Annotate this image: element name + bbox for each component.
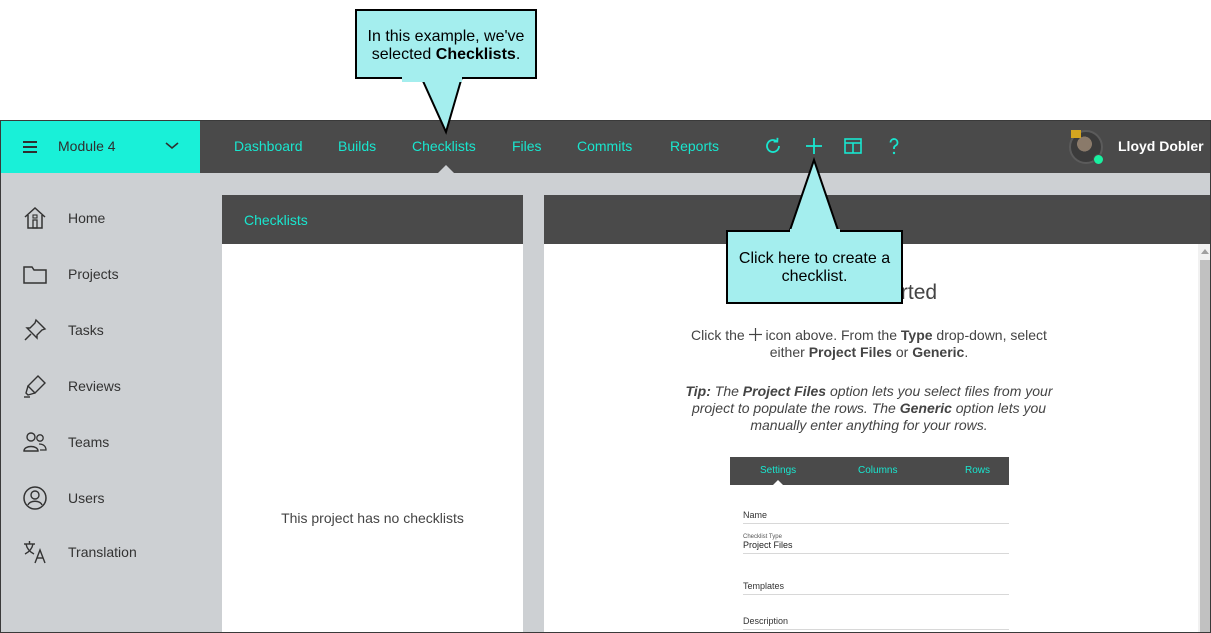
- callout-selected-checklists: In this example, we've selected Checklis…: [355, 9, 537, 79]
- checklists-panel-header: Checklists: [222, 195, 523, 244]
- text-bold: Type: [900, 327, 933, 343]
- mini-description-field: Description: [743, 616, 1009, 630]
- callout-text: .: [515, 46, 521, 63]
- mini-tab-rows: Rows: [965, 465, 991, 476]
- mini-tab-settings: Settings: [760, 465, 797, 476]
- mini-templates-field: Templates: [743, 581, 1009, 595]
- nav-checklists[interactable]: Checklists: [412, 138, 476, 154]
- folder-icon: [23, 266, 47, 284]
- callout-seam: [790, 229, 840, 235]
- text: icon above. From the: [761, 327, 901, 343]
- panel-title: Checklists: [244, 212, 308, 228]
- text: .: [964, 344, 969, 360]
- home-icon: [24, 206, 46, 229]
- module-name: Module 4: [58, 138, 116, 154]
- scrollbar-thumb[interactable]: [1200, 260, 1210, 632]
- mini-label: Templates: [743, 581, 785, 591]
- plus-icon: [748, 328, 762, 341]
- tutorial-screenshot: Module 4 Dashboard Builds Checklists Fil…: [0, 0, 1211, 633]
- mini-label: Name: [743, 510, 768, 520]
- title-text: rted: [900, 281, 938, 304]
- online-status-dot: [1093, 154, 1104, 165]
- instructions-paragraph: Click the icon above. From the Type drop…: [684, 327, 1054, 361]
- callout-text-bold: Checklists: [435, 46, 516, 63]
- text: The: [710, 383, 743, 399]
- checklists-panel: Checklists This project has no checklist…: [222, 195, 523, 632]
- chevron-down-icon[interactable]: [163, 138, 181, 152]
- mini-label: Description: [743, 616, 789, 626]
- sidebar: Home Projects Tasks Reviews Teams Users …: [1, 173, 201, 632]
- example-settings-screenshot: Settings Columns Rows Name Checklist Typ…: [730, 457, 1009, 632]
- sidebar-item-translation[interactable]: Translation: [1, 531, 201, 571]
- callout-text: Click here to create a checklist.: [738, 250, 891, 285]
- sidebar-item-teams[interactable]: Teams: [1, 421, 201, 461]
- avatar[interactable]: [1069, 130, 1104, 165]
- sidebar-item-label: Users: [68, 490, 105, 506]
- nav-builds[interactable]: Builds: [338, 138, 376, 154]
- mini-value: Project Files: [743, 540, 793, 550]
- pin-icon: [24, 318, 47, 341]
- text-bold: Project Files: [808, 344, 892, 360]
- text: Click the: [691, 327, 749, 343]
- plus-icon[interactable]: [802, 134, 826, 158]
- sidebar-item-label: Home: [68, 210, 106, 226]
- text-bold: Project Files: [742, 383, 827, 399]
- mini-tab-columns: Columns: [858, 465, 898, 476]
- top-bar: Module 4 Dashboard Builds Checklists Fil…: [1, 121, 1210, 173]
- scrollbar[interactable]: [1198, 244, 1210, 632]
- text-bold: Generic: [899, 400, 952, 416]
- sidebar-item-reviews[interactable]: Reviews: [1, 365, 201, 405]
- callout-create-checklist: Click here to create a checklist.: [726, 230, 903, 304]
- sidebar-item-label: Translation: [68, 544, 137, 560]
- callout-seam: [402, 76, 462, 82]
- sidebar-item-label: Reviews: [68, 378, 121, 394]
- tip-label: Tip:: [685, 383, 711, 399]
- module-selector[interactable]: Module 4: [1, 121, 200, 173]
- app-window: Module 4 Dashboard Builds Checklists Fil…: [0, 120, 1211, 633]
- user-circle-icon: [23, 486, 47, 510]
- mini-tab-bar: Settings Columns Rows: [730, 457, 1009, 485]
- active-tab-indicator: [438, 165, 454, 173]
- text: or: [891, 344, 913, 360]
- tip-paragraph: Tip: The Project Files option lets you s…: [684, 383, 1054, 434]
- refresh-icon[interactable]: [761, 134, 785, 158]
- sidebar-item-users[interactable]: Users: [1, 477, 201, 517]
- people-icon: [23, 432, 47, 452]
- sidebar-item-projects[interactable]: Projects: [1, 253, 201, 293]
- sidebar-item-label: Tasks: [68, 322, 104, 338]
- user-name[interactable]: Lloyd Dobler: [1118, 138, 1204, 154]
- sidebar-item-tasks[interactable]: Tasks: [1, 309, 201, 349]
- nav-reports[interactable]: Reports: [670, 138, 719, 154]
- nav-dashboard[interactable]: Dashboard: [234, 138, 303, 154]
- sidebar-item-home[interactable]: Home: [1, 197, 201, 237]
- sidebar-item-label: Teams: [68, 434, 110, 450]
- text-bold: Generic: [912, 344, 965, 360]
- nav-commits[interactable]: Commits: [577, 138, 632, 154]
- empty-state-text: This project has no checklists: [281, 510, 464, 526]
- translate-icon: [24, 541, 46, 564]
- highlighter-icon: [24, 375, 46, 398]
- callout-pointer: [786, 156, 842, 237]
- nav-files[interactable]: Files: [512, 138, 542, 154]
- mini-active-indicator: [773, 480, 783, 485]
- mini-type-field: Checklist Type Project Files: [743, 534, 1009, 554]
- layout-icon[interactable]: [841, 134, 865, 158]
- hamburger-menu-icon[interactable]: [23, 141, 37, 153]
- scroll-up-arrow-icon[interactable]: [1201, 249, 1209, 254]
- help-icon[interactable]: [882, 134, 906, 158]
- sidebar-item-label: Projects: [68, 266, 119, 282]
- mini-name-field: Name: [743, 510, 1009, 524]
- flag-badge-icon: [1071, 130, 1081, 138]
